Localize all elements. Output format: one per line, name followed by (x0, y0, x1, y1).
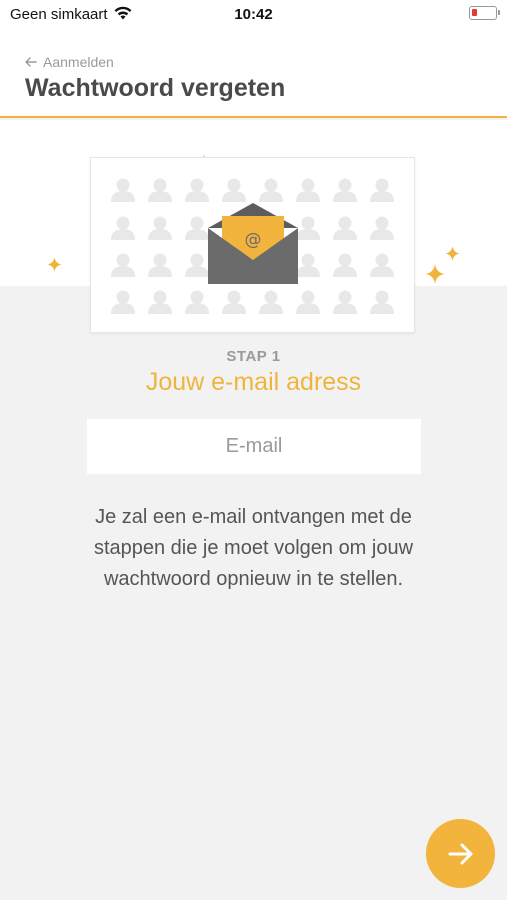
svg-text:@: @ (245, 230, 262, 250)
back-link-label: Aanmelden (43, 54, 114, 70)
page-title: Wachtwoord vergeten (25, 74, 286, 102)
status-bar: Geen simkaart 10:42 (0, 0, 507, 30)
sparkle-icon (445, 246, 460, 261)
sparkle-icon (425, 264, 445, 284)
info-text: Je zal een e-mail ontvangen met de stapp… (93, 506, 414, 590)
envelope-at-icon: @ (208, 203, 298, 284)
status-time: 10:42 (234, 6, 273, 23)
contacts-illustration: @ (111, 178, 394, 314)
illustration-card: @ (90, 157, 415, 333)
email-field[interactable] (87, 419, 421, 474)
header: Aanmelden Wachtwoord vergeten (0, 30, 507, 118)
next-button[interactable] (426, 819, 495, 888)
step-label: STAP 1 (226, 348, 281, 365)
arrow-left-icon (25, 57, 37, 67)
battery-level (472, 9, 477, 16)
back-link[interactable]: Aanmelden (25, 54, 114, 70)
arrow-right-icon (448, 843, 472, 864)
sparkle-icon (47, 257, 62, 272)
step-title: Jouw e-mail adress (145, 368, 362, 396)
battery-icon (469, 6, 500, 20)
